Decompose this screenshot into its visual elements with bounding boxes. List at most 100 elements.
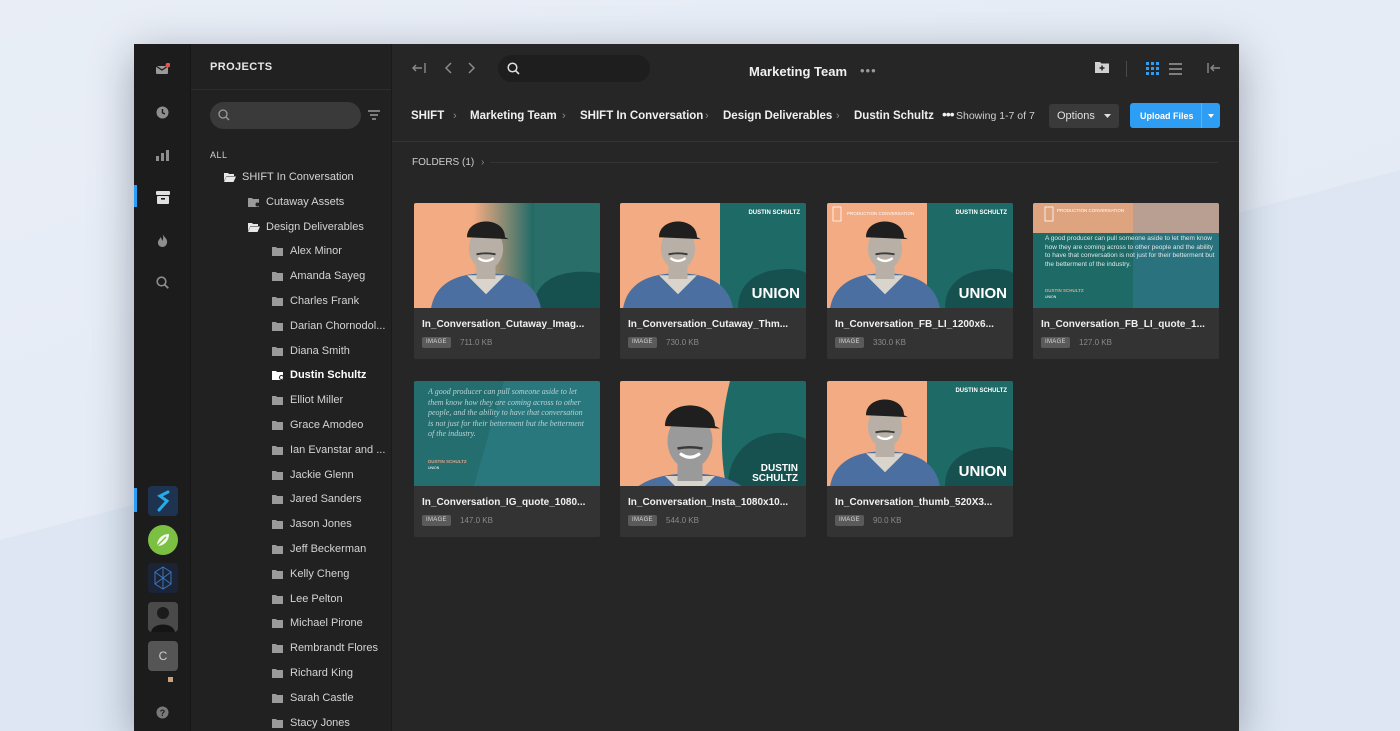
breadcrumb-item-design-deliverables[interactable]: Design Deliverables (723, 110, 832, 122)
tree-folder[interactable]: Design Deliverables (248, 219, 364, 235)
swatch-dot (168, 677, 173, 682)
tree-item[interactable]: Jackie Glenn (272, 467, 354, 483)
folder-open-icon (248, 222, 260, 232)
collapse-left-icon[interactable] (412, 61, 426, 79)
file-name[interactable]: In_Conversation_IG_quote_1080... (422, 497, 594, 508)
tree-item-label: Jackie Glenn (290, 468, 354, 481)
tree-item-label: Darian Chornodol... (290, 319, 386, 332)
forward-icon[interactable] (468, 61, 476, 79)
file-name[interactable]: In_Conversation_thumb_520X3... (835, 497, 1007, 508)
back-icon[interactable] (444, 61, 452, 79)
file-thumbnail[interactable]: UNION DUSTIN SCHULTZ (827, 381, 1013, 486)
new-folder-icon[interactable] (1095, 60, 1109, 78)
file-card[interactable]: PRODUCTION CONVERSATION A good producer c… (1033, 203, 1219, 359)
folder-icon (272, 669, 283, 678)
upload-dropdown-toggle[interactable] (1201, 103, 1220, 128)
file-thumbnail[interactable]: UNION DUSTIN SCHULTZ (620, 203, 806, 308)
tree-item[interactable]: Ian Evanstar and ... (272, 442, 385, 458)
file-name[interactable]: In_Conversation_Insta_1080x10... (628, 497, 800, 508)
file-name[interactable]: In_Conversation_Cutaway_Thm... (628, 319, 800, 330)
tree-item-label: Rembrandt Flores (290, 642, 379, 655)
file-thumbnail[interactable]: PRODUCTION CONVERSATION A good producer c… (1033, 203, 1219, 308)
tree-item[interactable]: Elliot Miller (272, 392, 343, 408)
breadcrumb-item-dustin-schultz[interactable]: Dustin Schultz (854, 110, 934, 122)
tree-item[interactable]: Jeff Beckerman (272, 541, 366, 557)
file-name[interactable]: In_Conversation_Cutaway_Imag... (422, 319, 594, 330)
file-card[interactable]: UNION DUSTIN SCHULTZ In_Conversation_thumb… (827, 381, 1013, 537)
avatar-letter: C (158, 649, 168, 663)
app-window: C ? PROJECTS ALL SHIFT In Conversation Cu… (134, 44, 1239, 731)
tree-item[interactable]: Stacy Jones (272, 715, 350, 731)
folders-toggle[interactable]: FOLDERS (1) › (412, 157, 484, 168)
caret-down-icon (1208, 113, 1214, 118)
tree-folder[interactable]: Cutaway Assets (248, 194, 344, 210)
tree-item[interactable]: Jason Jones (272, 516, 352, 532)
folder-icon (272, 718, 283, 728)
project-avatar-c[interactable]: C (148, 641, 178, 671)
upload-files-button[interactable]: Upload Files (1130, 103, 1220, 128)
file-name[interactable]: In_Conversation_FB_LI_1200x6... (835, 319, 1007, 330)
chevron-right-icon: › (481, 157, 485, 168)
list-view-icon[interactable] (1169, 62, 1182, 80)
tree-item[interactable]: Sarah Castle (272, 690, 354, 706)
tree-item[interactable]: Grace Amodeo (272, 417, 363, 433)
project-avatar-geo[interactable] (148, 563, 178, 593)
file-thumbnail[interactable]: DUSTIN SCHULTZ (620, 381, 806, 486)
grid-view-icon[interactable] (1146, 62, 1159, 80)
file-size: 711.0 KB (460, 338, 493, 347)
tree-item-label: Ian Evanstar and ... (290, 443, 386, 456)
file-card[interactable]: In_Conversation_Cutaway_Imag... IMAGE 711.… (414, 203, 600, 359)
file-thumbnail[interactable]: A good producer can pull someone aside t… (414, 381, 600, 486)
main-search-input[interactable] (498, 55, 650, 82)
help-icon[interactable]: ? (134, 697, 191, 727)
folder-icon (272, 569, 283, 579)
breadcrumb-item-marketing-team[interactable]: Marketing Team (470, 110, 557, 122)
tree-item-label: Cutaway Assets (266, 195, 345, 208)
file-thumbnail[interactable]: UNION DUSTIN SCHULTZ PRODUCTION CONVERSATI… (827, 203, 1013, 308)
mail-icon[interactable] (134, 54, 191, 84)
chart-icon[interactable] (134, 140, 191, 170)
breadcrumb-item-shift[interactable]: SHIFT (411, 110, 444, 122)
tree-item[interactable]: Darian Chornodol... (272, 318, 385, 334)
file-thumbnail[interactable] (414, 203, 600, 308)
options-dropdown[interactable]: Options (1049, 104, 1119, 128)
search-icon[interactable] (134, 267, 191, 297)
tree-item[interactable]: Alex Minor (272, 243, 342, 259)
tree-folder[interactable]: SHIFT In Conversation (224, 169, 354, 185)
svg-text:PRODUCTION CONVERSATION: PRODUCTION CONVERSATION (1057, 208, 1124, 213)
project-avatar-leaf[interactable] (148, 525, 178, 555)
tree-item[interactable]: Rembrandt Flores (272, 640, 378, 656)
breadcrumb-more-button[interactable]: ••• (942, 106, 955, 122)
tree-item[interactable]: Richard King (272, 665, 353, 681)
nav-rail: C ? (134, 44, 191, 731)
tree-item-label: Kelly Cheng (290, 567, 350, 580)
project-avatar-shift[interactable] (148, 486, 178, 516)
tree-all-label[interactable]: ALL (210, 150, 228, 160)
file-card[interactable]: A good producer can pull someone aside t… (414, 381, 600, 537)
filter-icon[interactable] (368, 107, 380, 125)
file-card[interactable]: DUSTIN SCHULTZ In_Conversation_Insta_1080x… (620, 381, 806, 537)
file-name[interactable]: In_Conversation_FB_LI_quote_1... (1041, 319, 1213, 330)
file-card[interactable]: UNION DUSTIN SCHULTZ In_Conversation_Cutaw… (620, 203, 806, 359)
breadcrumb-item-shift-in-conversation[interactable]: SHIFT In Conversation (580, 110, 703, 122)
clock-icon[interactable] (134, 97, 191, 127)
tree-search-input[interactable] (210, 102, 361, 129)
tree-item[interactable]: Charles Frank (272, 293, 359, 309)
fire-icon[interactable] (134, 225, 191, 255)
archive-icon[interactable] (134, 182, 191, 212)
tree-item[interactable]: Jared Sanders (272, 491, 362, 507)
file-card[interactable]: UNION DUSTIN SCHULTZ PRODUCTION CONVERSATI… (827, 203, 1013, 359)
collapse-right-icon[interactable] (1207, 61, 1221, 79)
tree-item[interactable]: Amanda Sayeg (272, 268, 365, 284)
folder-icon (272, 594, 283, 604)
project-avatar-photo[interactable] (148, 602, 178, 632)
title-more-button[interactable]: ••• (860, 63, 877, 78)
tree-item[interactable]: Kelly Cheng (272, 566, 349, 582)
tree-item[interactable]: Dustin Schultz (272, 367, 366, 383)
main-content: Marketing Team ••• SHIFT › Marketing Tea… (392, 44, 1239, 731)
tree-item[interactable]: Michael Pirone (272, 615, 363, 631)
tree-item[interactable]: Diana Smith (272, 343, 350, 359)
tree-item[interactable]: Lee Pelton (272, 591, 343, 607)
svg-text:PRODUCTION CONVERSATION: PRODUCTION CONVERSATION (847, 211, 914, 216)
folder-linked-icon (248, 197, 260, 207)
